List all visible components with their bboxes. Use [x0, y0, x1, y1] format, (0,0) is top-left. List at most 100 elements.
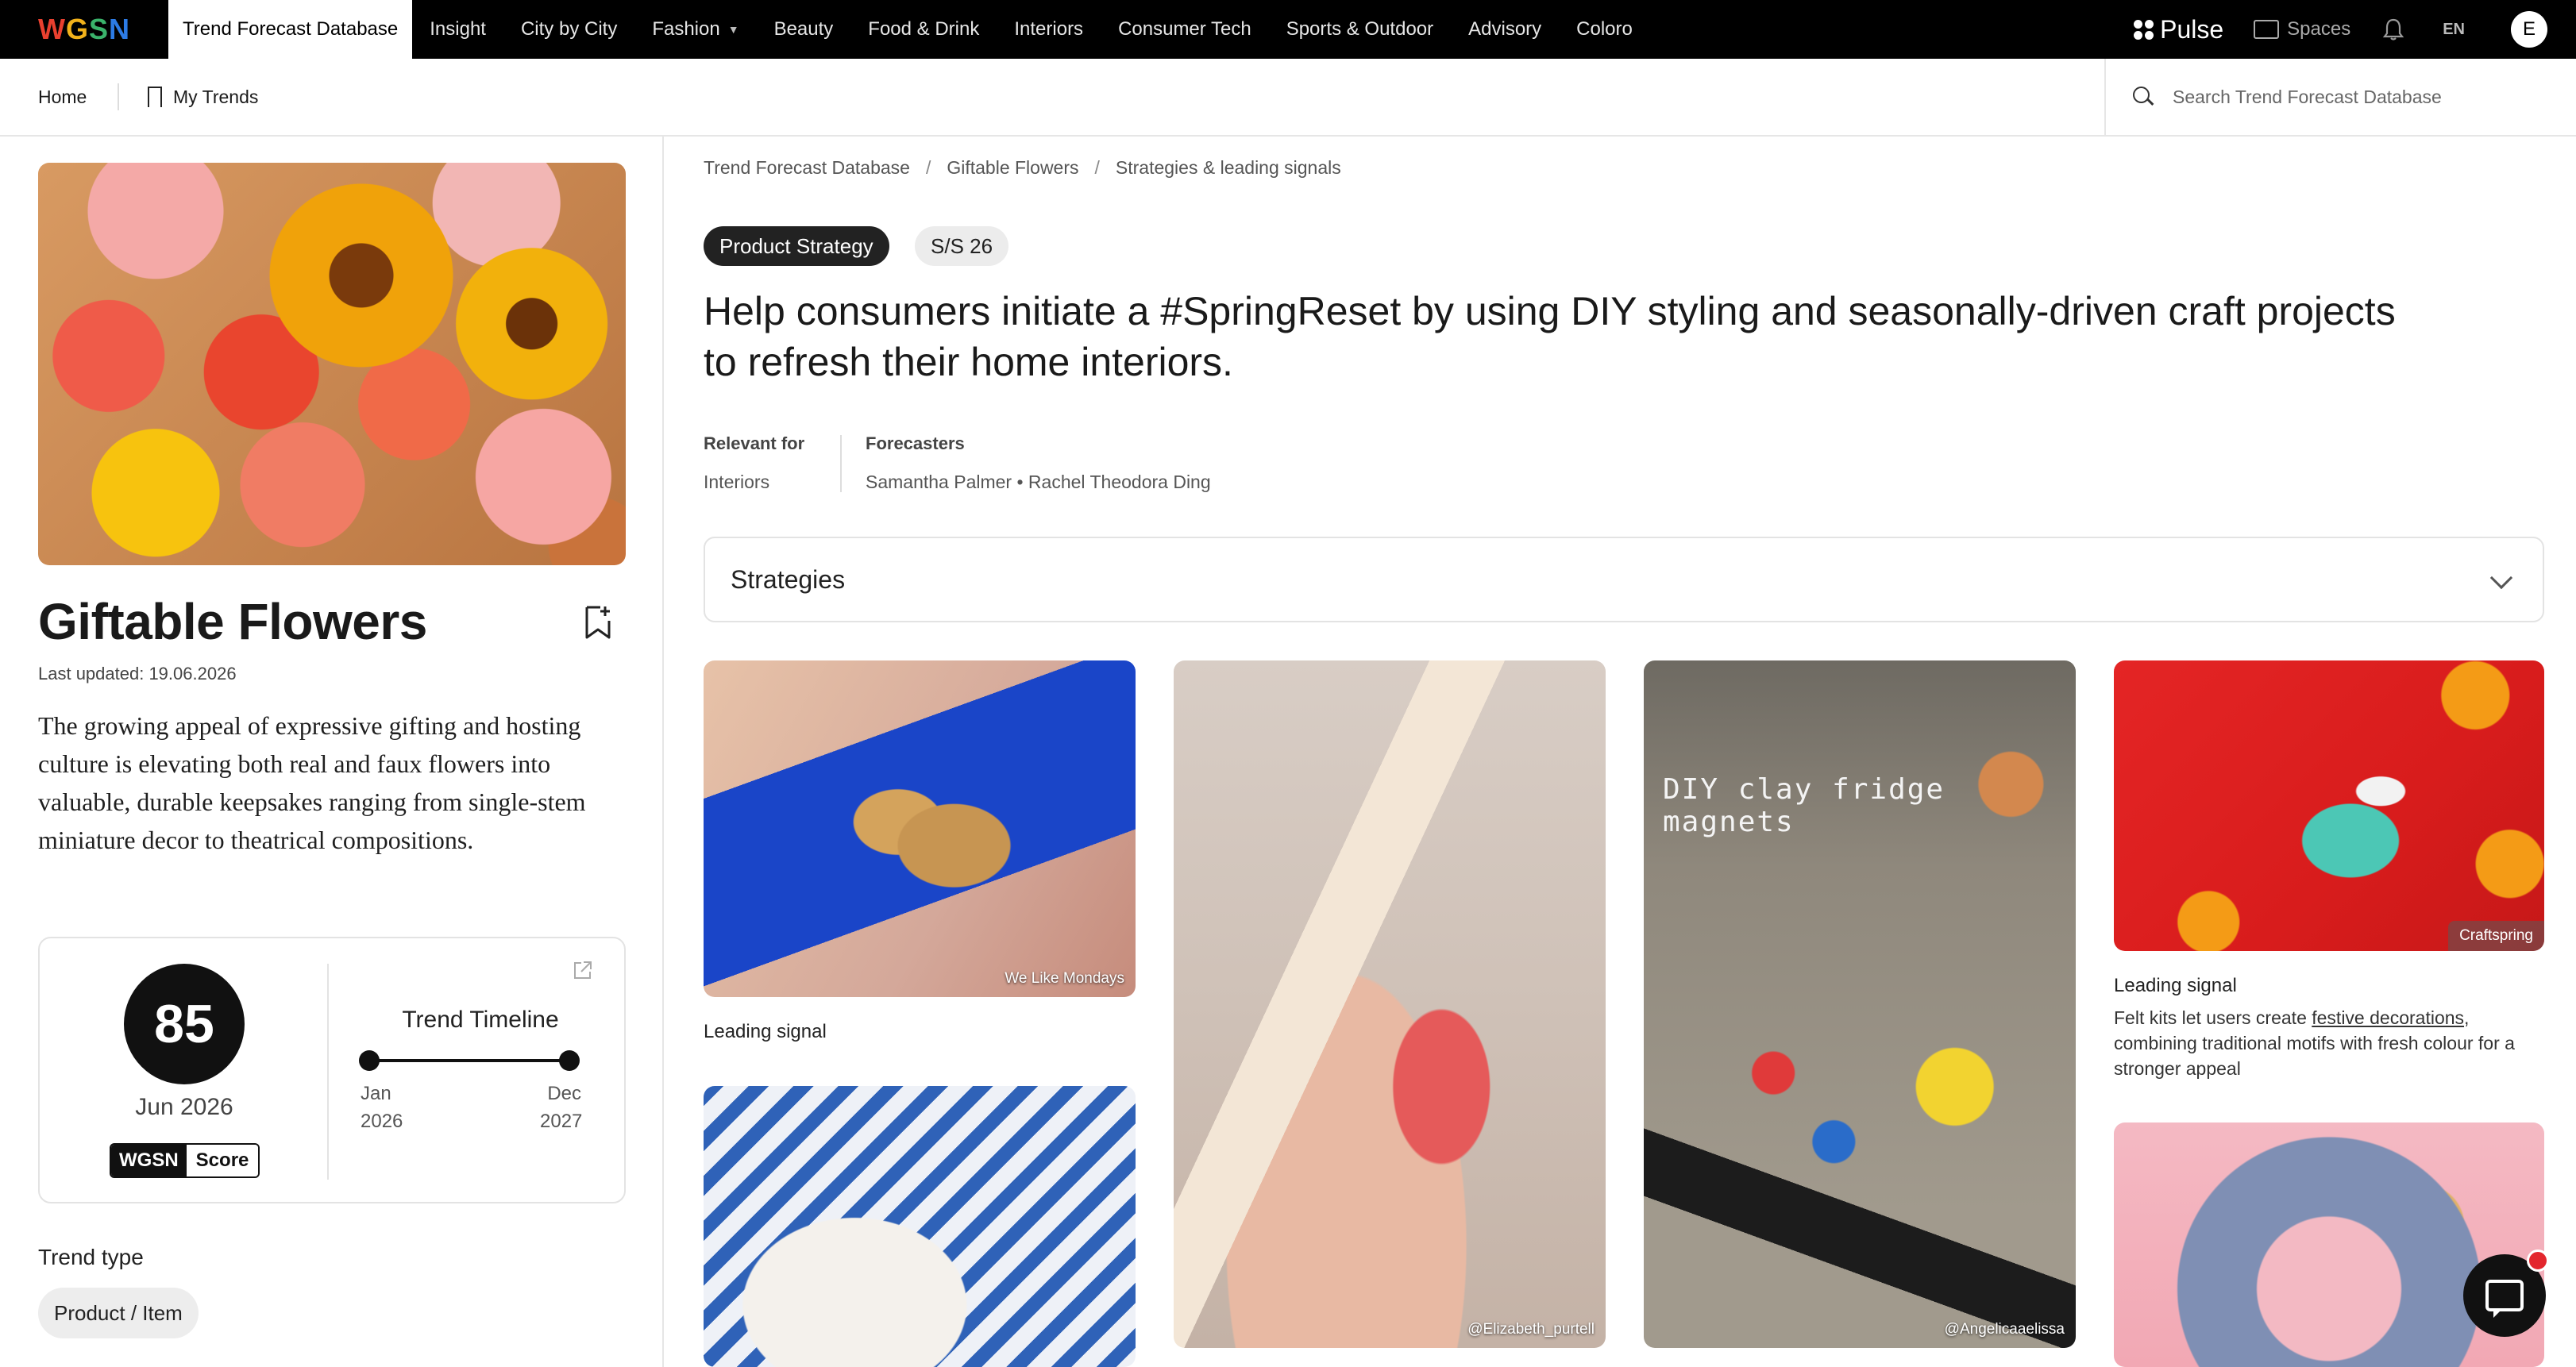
tab-label: Sports & Outdoor	[1286, 18, 1434, 40]
tab-fashion[interactable]: Fashion ▼	[634, 0, 756, 59]
add-bookmark-icon[interactable]	[584, 605, 611, 640]
trend-description: The growing appeal of expressive gifting…	[38, 711, 586, 854]
trend-hero-image	[38, 163, 626, 565]
signal-image-card[interactable]: We Like Mondays	[704, 660, 1136, 997]
pulse-label: Pulse	[2160, 14, 2224, 44]
chevron-down-icon: ▼	[727, 23, 739, 36]
score-card: 85 Jun 2026 WGSN Score Trend Timeline Ja…	[38, 937, 626, 1203]
pulse-button[interactable]: Pulse	[2134, 15, 2223, 44]
timeline-line	[365, 1059, 569, 1062]
bell-icon[interactable]	[2382, 17, 2404, 41]
timeline-end-month: Dec	[547, 1083, 581, 1104]
timeline-end: Dec 2027	[540, 1080, 583, 1135]
secondary-navigation: Home My Trends	[0, 59, 2576, 137]
my-trends-link[interactable]: My Trends	[147, 86, 259, 112]
spaces-button[interactable]: Spaces	[2254, 18, 2350, 40]
tab-advisory[interactable]: Advisory	[1451, 0, 1559, 59]
trend-timeline-title: Trend Timeline	[402, 1007, 559, 1033]
trend-score: 85	[124, 964, 245, 1084]
my-trends-label: My Trends	[173, 86, 259, 107]
tab-label: Consumer Tech	[1118, 18, 1251, 40]
relevant-for-value: Interiors	[704, 472, 770, 492]
breadcrumb-separator: /	[1094, 157, 1100, 178]
search-input[interactable]	[2173, 86, 2554, 108]
signal-image-card[interactable]	[2114, 1122, 2544, 1367]
divider	[840, 435, 842, 492]
signal-image-card[interactable]	[704, 1086, 1136, 1367]
card-caption-title: Leading signal	[704, 1021, 827, 1042]
wgsn-score-badge: WGSN Score	[110, 1143, 260, 1178]
caption-link[interactable]: festive decorations	[2312, 1007, 2464, 1028]
image-credit: Craftspring	[2448, 921, 2544, 951]
tab-label: City by City	[520, 18, 618, 40]
trend-sidebar: Giftable Flowers Last updated: 19.06.202…	[0, 137, 664, 1367]
tab-label: Trend Forecast Database	[183, 18, 399, 40]
top-navigation-bar: W G S N Trend Forecast Database Insight …	[0, 0, 2576, 59]
tab-trend-forecast-database[interactable]: Trend Forecast Database	[168, 0, 413, 59]
signal-image-card[interactable]: @Elizabeth_purtell	[1174, 660, 1606, 1348]
wgsn-logo[interactable]: W G S N	[0, 0, 168, 59]
tag-product-strategy[interactable]: Product Strategy	[704, 226, 889, 266]
logo-letter: N	[109, 13, 131, 45]
signal-image-card[interactable]: Craftspring	[2114, 660, 2544, 951]
tab-consumer-tech[interactable]: Consumer Tech	[1101, 0, 1269, 59]
tab-label: Coloro	[1576, 18, 1633, 40]
timeline-start-year: 2026	[361, 1111, 403, 1132]
timeline-start: Jan 2026	[361, 1080, 403, 1135]
breadcrumb-item[interactable]: Giftable Flowers	[947, 157, 1078, 179]
spaces-label: Spaces	[2287, 18, 2351, 40]
forecasters-value: Samantha Palmer • Rachel Theodora Ding	[866, 472, 1211, 492]
breadcrumb-separator: /	[925, 157, 931, 178]
tab-interiors[interactable]: Interiors	[997, 0, 1101, 59]
tab-label: Insight	[430, 18, 486, 40]
divider	[118, 83, 119, 110]
tab-beauty[interactable]: Beauty	[757, 0, 851, 59]
home-link[interactable]: Home	[0, 87, 118, 108]
tab-label: Food & Drink	[868, 18, 980, 40]
logo-letter: G	[65, 13, 89, 45]
avatar[interactable]: E	[2511, 11, 2547, 48]
tab-food-drink[interactable]: Food & Drink	[850, 0, 997, 59]
relevant-for-label: Relevant for	[704, 433, 805, 453]
tab-label: Fashion	[652, 18, 720, 40]
tag-season[interactable]: S/S 26	[915, 226, 1009, 266]
top-nav-actions: Pulse Spaces EN E	[2134, 0, 2576, 59]
bookmark-icon	[147, 87, 162, 112]
strategies-accordion[interactable]: Strategies	[704, 537, 2544, 622]
breadcrumb-item[interactable]: Trend Forecast Database	[704, 157, 910, 179]
image-credit: @Elizabeth_purtell	[1467, 1321, 1595, 1338]
language-selector[interactable]: EN	[2443, 21, 2465, 39]
breadcrumb: Trend Forecast Database / Giftable Flowe…	[704, 157, 1341, 179]
timeline-start-month: Jan	[361, 1083, 391, 1104]
image-credit: @Angelicaaelissa	[1944, 1321, 2065, 1338]
search-bar	[2104, 59, 2576, 135]
tab-sports-outdoor[interactable]: Sports & Outdoor	[1269, 0, 1451, 59]
tab-label: Beauty	[773, 18, 834, 40]
badge-brand: WGSN	[111, 1145, 187, 1176]
tab-label: Interiors	[1014, 18, 1084, 40]
trend-title: Giftable Flowers	[38, 593, 427, 650]
notification-dot	[2527, 1250, 2549, 1272]
trend-type-pill[interactable]: Product / Item	[38, 1288, 199, 1338]
chevron-down-icon	[2489, 566, 2513, 590]
strategy-headline: Help consumers initiate a #SpringReset b…	[704, 289, 2396, 384]
timeline-end-dot	[559, 1050, 580, 1071]
tab-city-by-city[interactable]: City by City	[503, 0, 634, 59]
tab-insight[interactable]: Insight	[412, 0, 503, 59]
image-credit: We Like Mondays	[1005, 970, 1124, 987]
score-date: Jun 2026	[135, 1094, 233, 1120]
pulse-icon	[2134, 19, 2154, 40]
search-icon	[2133, 87, 2154, 107]
tab-label: Advisory	[1468, 18, 1542, 40]
external-link-icon[interactable]	[572, 959, 594, 981]
timeline-end-year: 2027	[540, 1111, 583, 1132]
breadcrumb-item[interactable]: Strategies & leading signals	[1116, 157, 1341, 179]
chat-icon	[2485, 1280, 2524, 1318]
logo-letter: S	[89, 13, 110, 45]
tab-coloro[interactable]: Coloro	[1559, 0, 1650, 59]
timeline-start-dot	[359, 1050, 380, 1071]
folder-icon	[2254, 20, 2280, 39]
image-overlay-text: DIY clay fridge magnets	[1663, 773, 1945, 838]
signal-image-card[interactable]: DIY clay fridge magnets @Angelicaaelissa	[1644, 660, 2076, 1348]
divider	[327, 964, 329, 1180]
